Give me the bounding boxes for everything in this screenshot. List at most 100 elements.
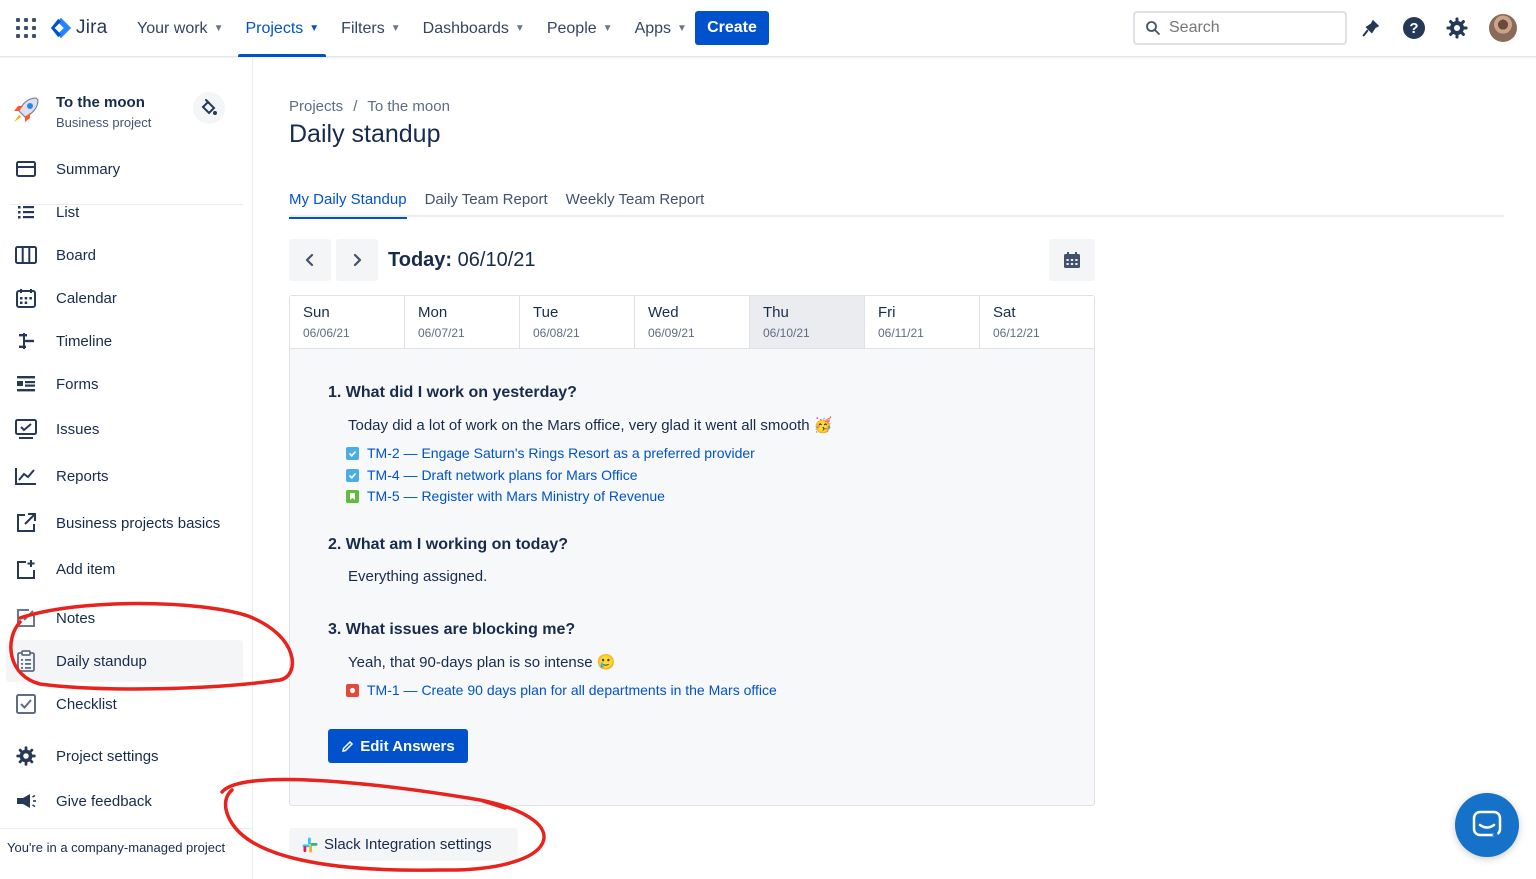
nav-apps[interactable]: Apps ▼ bbox=[624, 0, 698, 57]
week-selector: Sun 06/06/21 Mon 06/07/21 Tue 06/08/21 Wed 0… bbox=[289, 295, 1095, 348]
timeline-icon bbox=[6, 329, 46, 353]
sidebar-item-checklist[interactable]: Checklist bbox=[6, 684, 243, 724]
day-wed[interactable]: Wed 06/09/21 bbox=[635, 296, 750, 348]
task-icon bbox=[346, 468, 359, 482]
breadcrumb-projects[interactable]: Projects bbox=[289, 98, 343, 115]
sidebar-item-daily-standup[interactable]: Daily standup bbox=[6, 640, 243, 682]
app-switcher-icon[interactable] bbox=[16, 18, 36, 38]
jira-logo-icon bbox=[50, 17, 72, 39]
nav-projects[interactable]: Projects ▼ bbox=[234, 0, 330, 57]
chat-icon bbox=[1472, 810, 1502, 839]
issue-link[interactable]: TM-4 — Draft network plans for Mars Offi… bbox=[346, 467, 637, 483]
sidebar-item-reports[interactable]: Reports bbox=[6, 456, 243, 496]
day-name: Thu bbox=[763, 304, 789, 321]
task-icon bbox=[346, 446, 359, 460]
sidebar-item-label: Give feedback bbox=[56, 792, 152, 810]
forms-icon bbox=[6, 372, 46, 396]
calendar-picker-button[interactable] bbox=[1049, 239, 1095, 281]
external-link-icon bbox=[6, 511, 46, 535]
nav-your-work[interactable]: Your work ▼ bbox=[126, 0, 234, 57]
sidebar-item-list[interactable]: List bbox=[6, 192, 243, 232]
sidebar-item-calendar[interactable]: Calendar bbox=[6, 278, 243, 318]
sidebar-item-project-settings[interactable]: Project settings bbox=[6, 736, 243, 776]
issue-link[interactable]: TM-2 — Engage Saturn's Rings Resort as a… bbox=[346, 445, 755, 461]
next-day-button[interactable] bbox=[336, 239, 378, 281]
day-tue[interactable]: Tue 06/08/21 bbox=[520, 296, 635, 348]
settings-icon[interactable] bbox=[1443, 14, 1471, 42]
nav-label: Projects bbox=[245, 19, 304, 37]
day-sat[interactable]: Sat 06/12/21 bbox=[980, 296, 1094, 348]
sidebar-item-issues[interactable]: Issues bbox=[6, 409, 243, 449]
chevron-down-icon: ▼ bbox=[602, 23, 613, 34]
sidebar-item-notes[interactable]: Notes bbox=[6, 598, 243, 638]
previous-day-button[interactable] bbox=[289, 239, 331, 281]
project-header[interactable]: To the moon Business project bbox=[10, 88, 240, 138]
sidebar-item-add-item[interactable]: Add item bbox=[6, 549, 243, 589]
pencil-icon bbox=[342, 740, 354, 752]
day-name: Wed bbox=[648, 304, 679, 321]
breadcrumb: Projects / To the moon bbox=[289, 98, 450, 115]
sidebar-item-label: Timeline bbox=[56, 332, 113, 350]
sidebar-item-label: Checklist bbox=[56, 695, 117, 713]
issue-link[interactable]: TM-5 — Register with Mars Ministry of Re… bbox=[346, 488, 665, 504]
rocket-icon bbox=[10, 94, 42, 126]
paint-bucket-icon[interactable] bbox=[193, 92, 225, 124]
sidebar-item-forms[interactable]: Forms bbox=[6, 364, 243, 404]
nav-label: Dashboards bbox=[422, 19, 509, 37]
chevron-down-icon: ▼ bbox=[309, 23, 320, 34]
issue-link-text: TM-2 — Engage Saturn's Rings Resort as a… bbox=[367, 445, 755, 461]
chevron-down-icon: ▼ bbox=[390, 23, 401, 34]
edit-answers-label: Edit Answers bbox=[360, 737, 455, 755]
sidebar-item-summary[interactable]: Summary bbox=[6, 149, 243, 189]
nav-filters[interactable]: Filters ▼ bbox=[330, 0, 411, 57]
nav-dashboards[interactable]: Dashboards ▼ bbox=[412, 0, 536, 57]
standup-tabs: My Daily Standup Daily Team Report Weekl… bbox=[289, 191, 1504, 219]
nav-label: People bbox=[546, 19, 597, 37]
search-input[interactable] bbox=[1169, 19, 1319, 37]
sidebar-item-label: Business projects basics bbox=[56, 514, 221, 532]
search-icon bbox=[1146, 21, 1160, 35]
question-title: 2. What am I working on today? bbox=[328, 536, 569, 553]
chevron-left-icon bbox=[305, 253, 314, 267]
avatar[interactable] bbox=[1489, 14, 1517, 42]
day-date: 06/09/21 bbox=[648, 326, 695, 340]
chevron-down-icon: ▼ bbox=[514, 23, 525, 34]
edit-answers-button[interactable]: Edit Answers bbox=[328, 729, 468, 763]
summary-icon bbox=[6, 157, 46, 181]
slack-integration-settings-button[interactable]: Slack Integration settings bbox=[289, 828, 518, 861]
nav-people[interactable]: People ▼ bbox=[536, 0, 624, 57]
chat-launcher-button[interactable] bbox=[1455, 793, 1519, 857]
page-title: Daily standup bbox=[289, 120, 441, 148]
tab-my-daily-standup[interactable]: My Daily Standup bbox=[289, 191, 407, 219]
day-mon[interactable]: Mon 06/07/21 bbox=[405, 296, 520, 348]
reports-icon bbox=[6, 464, 46, 488]
help-icon[interactable]: ? bbox=[1400, 14, 1428, 42]
today-date: 06/10/21 bbox=[457, 249, 536, 271]
day-sun[interactable]: Sun 06/06/21 bbox=[290, 296, 405, 348]
sidebar-item-business-projects-basics[interactable]: Business projects basics bbox=[6, 503, 243, 543]
current-date: Today: 06/10/21 bbox=[388, 249, 536, 272]
sidebar-item-timeline[interactable]: Timeline bbox=[6, 321, 243, 361]
day-name: Sun bbox=[303, 304, 330, 321]
jira-logo[interactable]: Jira bbox=[50, 14, 107, 42]
question-title: 3. What issues are blocking me? bbox=[328, 621, 576, 638]
create-button[interactable]: Create bbox=[695, 11, 769, 45]
sidebar-item-give-feedback[interactable]: Give feedback bbox=[6, 781, 243, 821]
issue-link[interactable]: TM-1 — Create 90 days plan for all depar… bbox=[346, 682, 777, 698]
day-name: Mon bbox=[418, 304, 448, 321]
notifications-icon[interactable] bbox=[1357, 14, 1385, 42]
project-mode-note[interactable]: You're in a company-managed project bbox=[7, 840, 225, 855]
search-box[interactable] bbox=[1133, 11, 1347, 45]
sidebar-item-board[interactable]: Board bbox=[6, 235, 243, 275]
slack-button-label: Slack Integration settings bbox=[324, 836, 492, 853]
day-date: 06/07/21 bbox=[418, 326, 465, 340]
tab-weekly-team-report[interactable]: Weekly Team Report bbox=[566, 191, 705, 217]
day-thu[interactable]: Thu 06/10/21 bbox=[750, 296, 865, 348]
day-fri[interactable]: Fri 06/11/21 bbox=[865, 296, 980, 348]
project-type: Business project bbox=[56, 115, 152, 130]
chevron-down-icon: ▼ bbox=[677, 23, 687, 34]
breadcrumb-project[interactable]: To the moon bbox=[367, 98, 450, 115]
day-name: Tue bbox=[533, 304, 559, 321]
tab-daily-team-report[interactable]: Daily Team Report bbox=[425, 191, 548, 217]
date-navigation: Today: 06/10/21 bbox=[289, 239, 1095, 281]
